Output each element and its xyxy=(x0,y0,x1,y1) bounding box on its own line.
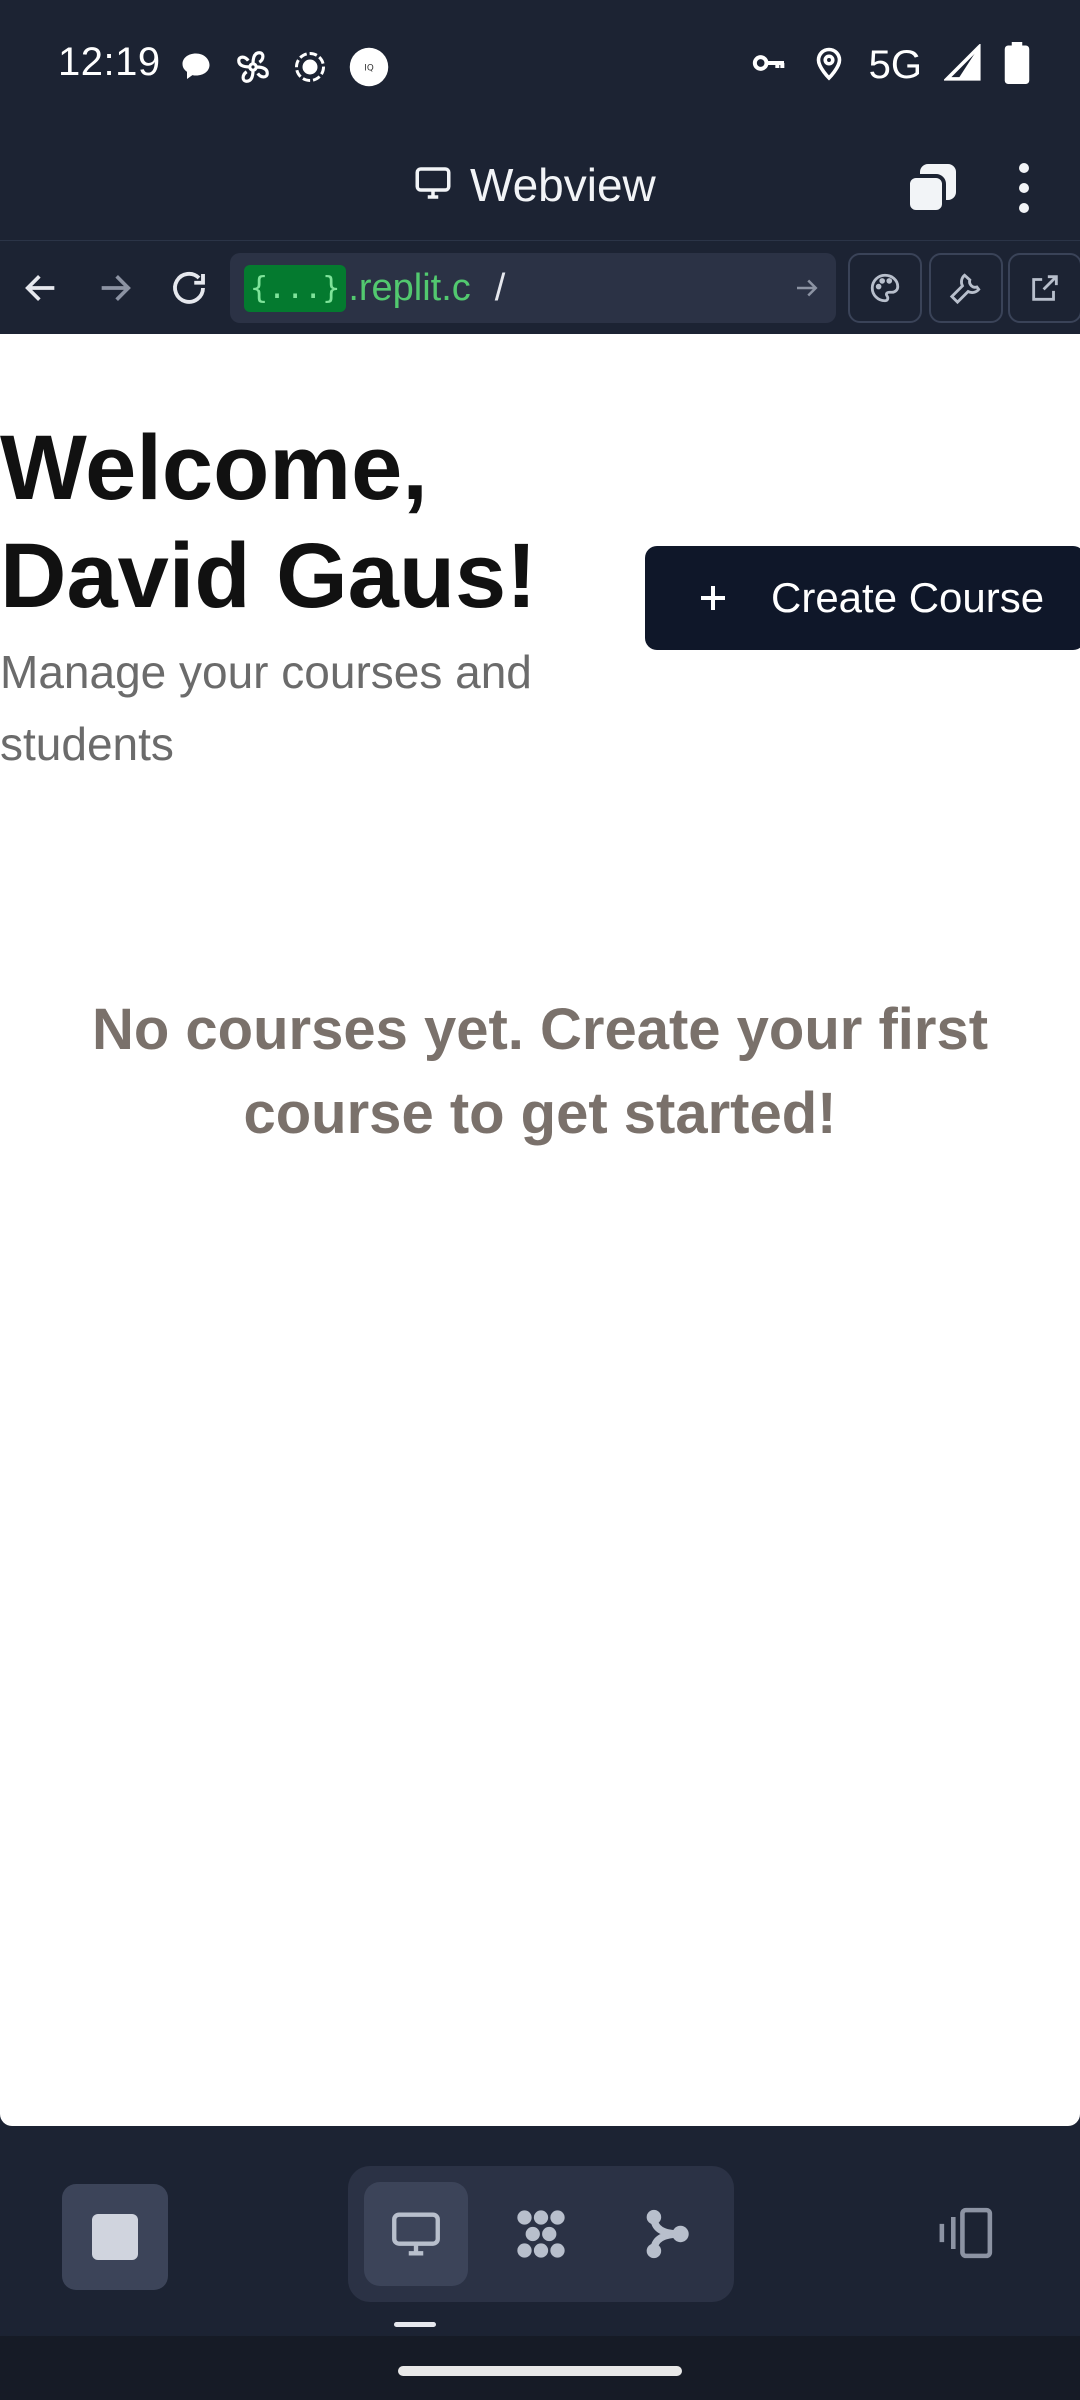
page-title: Webview xyxy=(470,159,656,211)
status-bar: 12:19 IQ 5G xyxy=(0,0,1080,136)
plus-icon xyxy=(689,574,737,622)
battery-icon xyxy=(1004,42,1030,89)
view-switcher xyxy=(348,2166,734,2302)
forward-button[interactable] xyxy=(90,263,140,313)
agent-dots-icon xyxy=(517,2210,565,2258)
open-external-button[interactable] xyxy=(1008,253,1080,323)
gesture-area xyxy=(0,2336,1080,2400)
status-time: 12:19 xyxy=(58,40,161,84)
create-course-label: Create Course xyxy=(771,574,1045,621)
url-input[interactable]: {...} .replit.c / xyxy=(230,253,836,323)
arrow-left-icon xyxy=(25,275,55,301)
system-icons: 5G xyxy=(749,42,1030,89)
go-arrow-icon[interactable] xyxy=(792,273,822,303)
stop-button[interactable] xyxy=(62,2184,168,2290)
webview-tab[interactable] xyxy=(364,2182,468,2286)
tabs-button[interactable] xyxy=(904,160,960,216)
url-domain: .replit.c xyxy=(348,266,471,309)
branch-tab[interactable] xyxy=(614,2182,718,2286)
welcome-line-1: Welcome, xyxy=(0,417,428,519)
url-toolbar: {...} .replit.c / xyxy=(0,240,1080,334)
empty-state-message: No courses yet. Create your first course… xyxy=(91,997,989,1146)
record-icon xyxy=(292,49,328,90)
welcome-subtitle: Manage your courses and students xyxy=(0,646,532,770)
location-icon xyxy=(811,43,847,88)
welcome-heading: Welcome, David Gaus! xyxy=(0,414,600,630)
external-link-icon xyxy=(1032,275,1058,301)
chat-bubble-icon xyxy=(178,49,214,90)
fan-icon xyxy=(234,48,272,91)
split-screen-icon xyxy=(939,2207,993,2259)
url-path: / xyxy=(494,266,506,309)
agent-tab[interactable] xyxy=(489,2182,593,2286)
tabs-icon xyxy=(906,164,956,214)
split-view-button[interactable] xyxy=(930,2196,1004,2270)
back-button[interactable] xyxy=(16,263,66,313)
app-frame: 12:19 IQ 5G Webview {...} .replit.c / We… xyxy=(0,0,1080,2400)
url-badge: {...} xyxy=(244,264,347,312)
devtools-button[interactable] xyxy=(929,253,1003,323)
welcome-line-2: David Gaus! xyxy=(0,525,537,627)
network-type: 5G xyxy=(868,43,922,87)
stop-icon xyxy=(92,2214,138,2260)
more-options-button[interactable] xyxy=(1000,160,1048,216)
home-gesture-pill[interactable] xyxy=(398,2366,682,2376)
reload-button[interactable] xyxy=(164,263,214,313)
svg-text:IQ: IQ xyxy=(364,64,374,74)
arrow-right-icon xyxy=(101,275,131,301)
vpn-key-icon xyxy=(749,43,789,88)
signal-icon xyxy=(942,42,982,87)
create-course-button[interactable]: Create Course xyxy=(645,546,1080,650)
title-group: Webview xyxy=(412,158,656,212)
wrench-icon xyxy=(949,273,981,305)
app-badge-icon: IQ xyxy=(348,46,390,93)
webview-content: Welcome, David Gaus! Manage your courses… xyxy=(0,334,1080,2126)
bottom-toolbar xyxy=(0,2126,1080,2336)
title-bar: Webview xyxy=(0,136,1080,240)
monitor-icon xyxy=(392,2212,440,2256)
notification-icons: IQ xyxy=(178,46,390,93)
theme-button[interactable] xyxy=(848,253,922,323)
palette-icon xyxy=(870,273,900,303)
active-tab-indicator xyxy=(394,2322,436,2327)
branch-icon xyxy=(646,2209,689,2259)
monitor-icon xyxy=(412,162,454,209)
reload-icon xyxy=(173,271,205,304)
